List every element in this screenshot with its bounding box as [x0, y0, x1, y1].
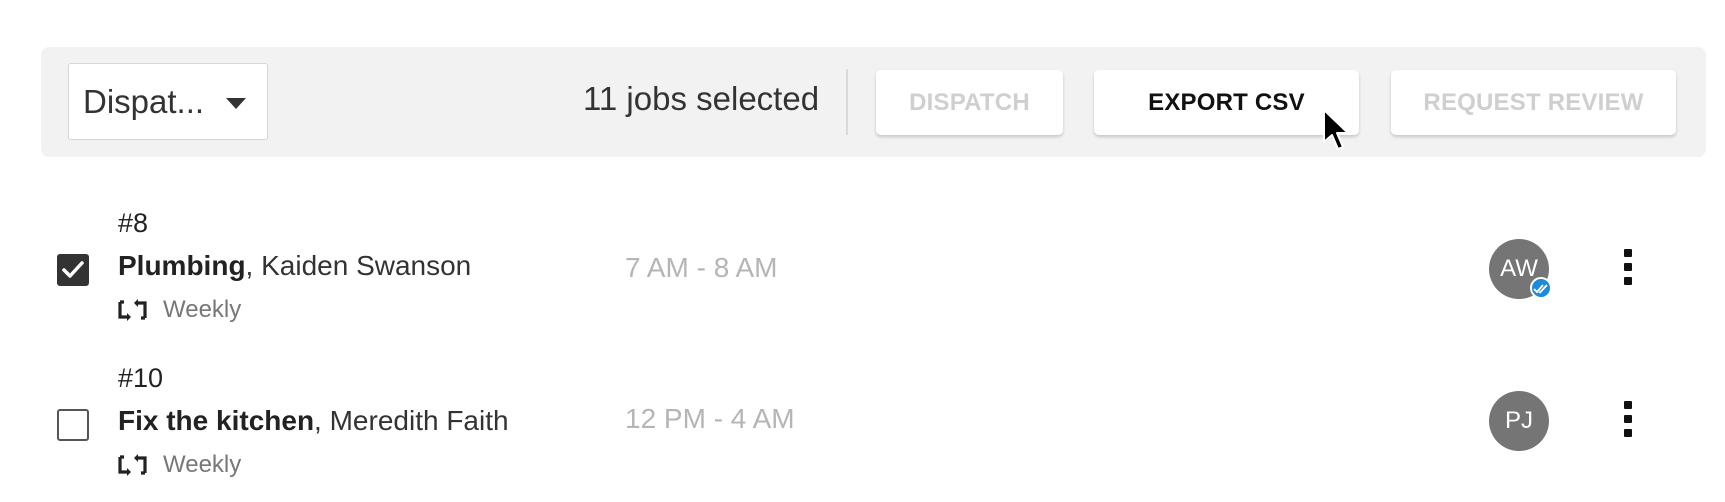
job-summary: Plumbing, Kaiden Swanson — [118, 250, 471, 282]
avatar-initials: PJ — [1504, 407, 1533, 434]
job-number: #10 — [118, 363, 164, 393]
job-time-window: 7 AM - 8 AM — [625, 252, 778, 283]
caret-down-icon — [226, 98, 246, 109]
job-number: #8 — [118, 208, 149, 238]
job-row[interactable]: #8 Plumbing, Kaiden Swanson Weekly 7 AM … — [0, 198, 1725, 338]
job-select-checkbox[interactable] — [57, 409, 89, 441]
dispatch-view-select[interactable]: Dispat... — [68, 63, 268, 140]
checkmark-icon — [62, 261, 84, 278]
verified-badge — [1530, 277, 1552, 299]
job-customer: , Meredith Faith — [314, 405, 509, 436]
job-summary: Fix the kitchen, Meredith Faith — [118, 405, 509, 437]
more-actions-icon[interactable] — [1615, 249, 1641, 289]
avatar-initials: AW — [1500, 255, 1538, 282]
double-check-icon — [1533, 284, 1548, 294]
request-review-button[interactable]: REQUEST REVIEW — [1391, 70, 1676, 135]
mouse-pointer-icon — [1323, 109, 1349, 150]
assignee-avatar[interactable]: PJ — [1489, 391, 1549, 451]
toolbar-divider — [846, 69, 848, 135]
job-recurrence: Weekly — [118, 296, 241, 324]
recurrence-label: Weekly — [163, 451, 242, 478]
job-title: Fix the kitchen — [118, 405, 315, 436]
job-row[interactable]: #10 Fix the kitchen, Meredith Faith Week… — [0, 353, 1725, 493]
repeat-icon — [118, 299, 147, 321]
assignee-avatar[interactable]: AW — [1489, 239, 1552, 299]
select-value: Dispat... — [83, 83, 205, 120]
more-actions-icon[interactable] — [1615, 401, 1641, 441]
repeat-icon — [118, 454, 147, 476]
job-title: Plumbing — [118, 250, 246, 281]
export-csv-button[interactable]: EXPORT CSV — [1094, 70, 1359, 135]
job-customer: , Kaiden Swanson — [245, 250, 472, 281]
job-select-checkbox[interactable] — [57, 254, 89, 286]
job-recurrence: Weekly — [118, 451, 241, 479]
recurrence-label: Weekly — [163, 296, 242, 323]
job-time-window: 12 PM - 4 AM — [625, 403, 795, 434]
dispatch-button[interactable]: DISPATCH — [876, 70, 1063, 135]
selection-count-text: 11 jobs selected — [583, 80, 820, 117]
bulk-action-toolbar: Dispat... 11 jobs selected DISPATCH EXPO… — [41, 47, 1706, 157]
